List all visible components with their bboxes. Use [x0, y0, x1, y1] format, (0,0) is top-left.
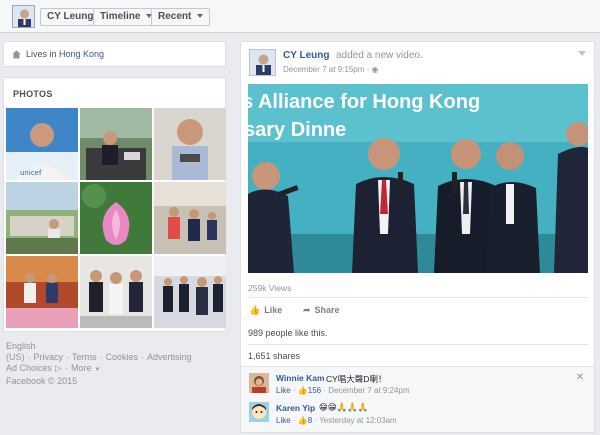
footer-separator: · — [99, 352, 103, 362]
photo-thumbnail[interactable] — [80, 256, 152, 328]
lives-in-prefix: Lives in — [26, 49, 60, 59]
lives-in-text: Lives in Hong Kong — [26, 49, 104, 59]
commenter-name-link[interactable]: Karen Yip — [276, 403, 315, 413]
photo-thumbnail[interactable] — [6, 182, 78, 254]
footer-link-privacy[interactable]: Privacy — [34, 352, 64, 362]
comment-text: 😁😁🙏🙏🙏 — [319, 402, 369, 412]
photos-heading[interactable]: PHOTOS — [13, 89, 53, 99]
photo-thumbnail[interactable] — [154, 108, 226, 180]
comment-like-count[interactable]: 8 — [308, 416, 312, 425]
post-author-link[interactable]: CY Leung — [283, 50, 329, 61]
like-label: Like — [264, 305, 283, 315]
photo-thumbnail[interactable] — [154, 256, 226, 328]
shares-summary-link[interactable]: 1,651 shares — [248, 351, 300, 361]
footer-separator: · — [141, 352, 145, 362]
photo-thumbnail[interactable]: unicef — [6, 108, 78, 180]
close-icon[interactable]: ✕ — [576, 372, 584, 383]
timeline-label: Timeline — [100, 11, 141, 22]
thumbs-up-icon: 👍 — [249, 305, 261, 315]
svg-text:unicef: unicef — [20, 169, 42, 177]
video-player[interactable]: s Alliance for Hong Kong sary Dinne — [248, 84, 588, 273]
chevron-down-icon — [197, 14, 204, 19]
divider — [248, 344, 588, 345]
profile-top-bar: CY Leung Timeline Recent — [0, 0, 600, 33]
comment-text: CY唱大聲D喇！ — [326, 374, 387, 384]
page-footer: English (US) · Privacy · Terms · Cookies · Adver… — [6, 341, 226, 387]
photo-grid: unicef — [6, 108, 226, 330]
recent-button[interactable]: Recent — [151, 8, 211, 26]
footer-link-terms[interactable]: Terms — [72, 352, 97, 362]
photo-thumbnail[interactable] — [6, 256, 78, 328]
footer-link-cookies[interactable]: Cookies — [106, 352, 139, 362]
home-icon — [12, 50, 21, 59]
footer-link-advertising[interactable]: Advertising — [147, 352, 192, 362]
ad-choices-icon: ▷ — [55, 363, 62, 373]
comment-like-count[interactable]: 156 — [308, 386, 321, 395]
timeline-button[interactable]: Timeline — [93, 8, 160, 26]
photos-card: PHOTOS unicef — [3, 77, 226, 332]
photo-thumbnail[interactable] — [154, 182, 226, 254]
video-banner-line2: sary Dinne — [248, 119, 346, 141]
post-timestamp[interactable]: December 7 at 9:15pm — [283, 65, 364, 74]
like-button[interactable]: 👍 Like — [249, 305, 282, 316]
video-banner-line1: s Alliance for Hong Kong — [248, 91, 480, 113]
globe-icon: ◉ — [371, 65, 379, 74]
commenter-name-link[interactable]: Winnie Kam — [276, 373, 325, 383]
comment-meta: Like · 👍8 · Yesterday at 12:03am — [276, 416, 397, 425]
commenter-avatar[interactable] — [249, 402, 269, 422]
post-author-avatar[interactable] — [249, 49, 276, 76]
comment-timestamp[interactable]: Yesterday at 12:03am — [319, 416, 397, 425]
thumbs-up-icon: 👍 — [297, 386, 308, 395]
footer-link-ad-choices[interactable]: Ad Choices — [6, 363, 52, 373]
commenter-avatar[interactable] — [249, 373, 269, 393]
video-view-count: 259k Views — [248, 283, 292, 293]
post-options-chevron-icon[interactable] — [578, 51, 586, 56]
post-action-text: added a new video. — [336, 50, 423, 61]
footer-links-row: English (US) · Privacy · Terms · Cookies · Adver… — [6, 341, 226, 363]
share-label: Share — [314, 305, 340, 315]
likes-summary-link[interactable]: 989 people like this. — [248, 328, 328, 338]
comment-list: ✕ Winnie Kam CY唱大聲D喇！ Like · 👍156 · Dece… — [241, 367, 594, 432]
footer-link-more[interactable]: More — [71, 363, 92, 373]
divider — [248, 297, 588, 298]
post-timestamp-row: December 7 at 9:15pm · ◉ — [283, 65, 379, 74]
video-post: CY Leung added a new video. December 7 a… — [240, 41, 595, 433]
footer-link-language[interactable]: English (US) — [6, 341, 36, 362]
chevron-down-icon: ▼ — [94, 367, 101, 373]
profile-avatar-thumbnail[interactable] — [12, 5, 35, 28]
profile-name-button[interactable]: CY Leung — [40, 8, 101, 26]
intro-card: Lives in Hong Kong — [3, 41, 226, 67]
thumbs-up-icon: 👍 — [297, 416, 308, 425]
comment-like-link[interactable]: Like — [276, 416, 291, 425]
photo-thumbnail[interactable] — [80, 108, 152, 180]
profile-name-label: CY Leung — [47, 11, 94, 22]
lives-in-city-link[interactable]: Hong Kong — [59, 49, 104, 59]
photo-thumbnail[interactable] — [80, 182, 152, 254]
footer-separator: · — [64, 363, 68, 373]
footer-separator: · — [66, 352, 70, 362]
footer-separator: · — [27, 352, 31, 362]
comment-like-link[interactable]: Like — [276, 386, 291, 395]
comment-timestamp[interactable]: December 7 at 9:24pm — [328, 386, 409, 395]
share-arrow-icon: ➦ — [303, 305, 311, 315]
share-button[interactable]: ➦ Share — [303, 305, 340, 316]
comment-meta: Like · 👍156 · December 7 at 9:24pm — [276, 386, 410, 395]
footer-row-2: Ad Choices ▷ · More ▼ — [6, 363, 226, 376]
recent-label: Recent — [158, 11, 192, 22]
footer-copyright: Facebook © 2015 — [6, 376, 78, 386]
